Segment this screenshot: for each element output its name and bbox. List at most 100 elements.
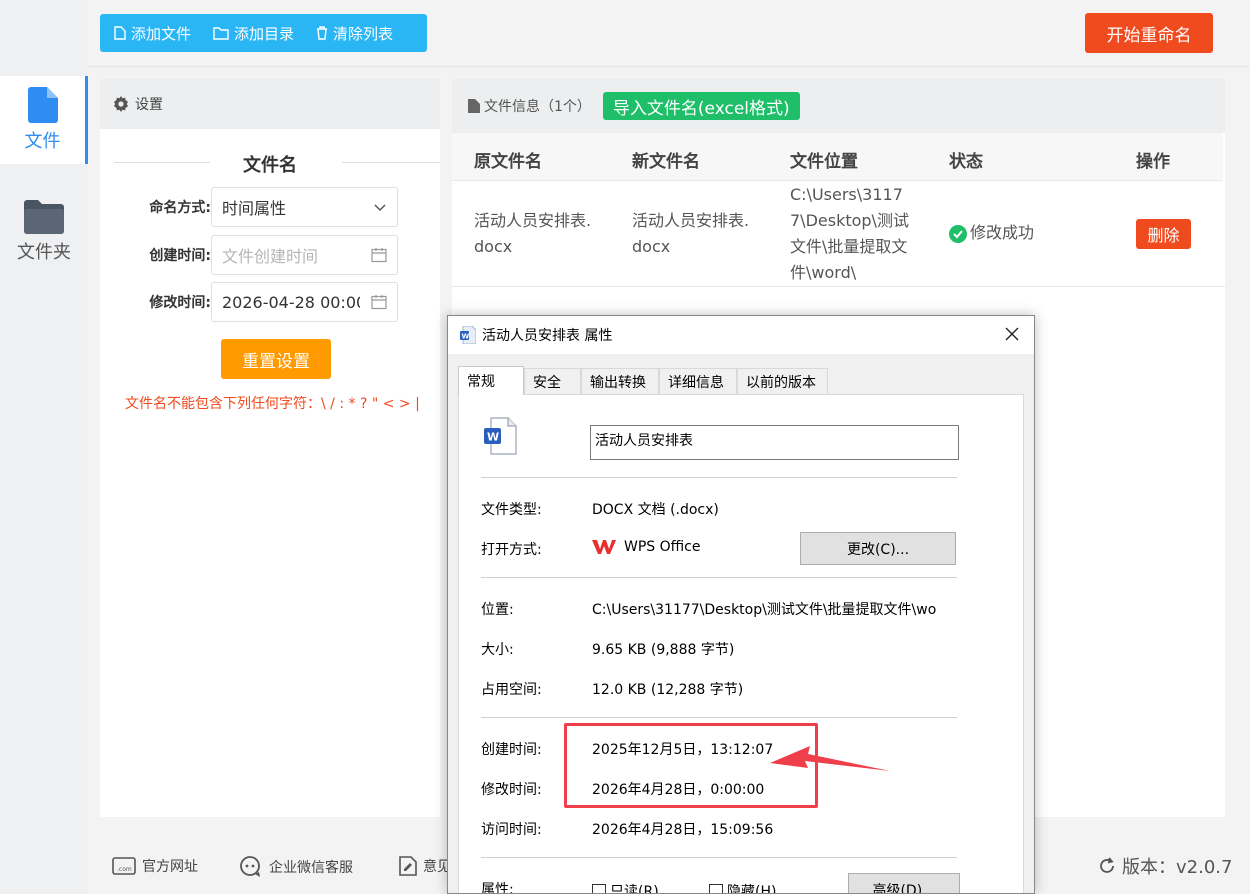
tab-output-convert[interactable]: 输出转换 bbox=[581, 368, 659, 395]
created-label: 创建时间: bbox=[149, 248, 211, 264]
properties-dialog: W 活动人员安排表 属性 常规 安全 输出转换 详细信息 以前的版本 W 活动人… bbox=[447, 315, 1035, 894]
document-icon bbox=[468, 99, 480, 113]
settings-title: 设置 bbox=[135, 97, 163, 113]
nav-folder-label: 文件夹 bbox=[17, 242, 71, 263]
gear-icon bbox=[114, 96, 128, 112]
chat-icon bbox=[240, 856, 260, 877]
modified-time-value: 2026年4月28日，0:00:00 bbox=[592, 782, 765, 798]
size-value: 9.65 KB (9,888 字节) bbox=[592, 642, 735, 658]
location-label: 位置: bbox=[481, 602, 514, 618]
wechat-service-link[interactable]: 企业微信客服 bbox=[239, 856, 353, 878]
website-link[interactable]: .com 官方网址 bbox=[112, 856, 198, 876]
open-with-app: WPS Office bbox=[624, 539, 701, 555]
type-label: 文件类型: bbox=[481, 502, 542, 518]
folder-icon bbox=[24, 200, 64, 234]
trash-icon bbox=[317, 26, 328, 40]
wechat-label: 企业微信客服 bbox=[269, 860, 353, 876]
divider bbox=[481, 717, 957, 718]
file-info-header: 文件信息（1个） 导入文件名(excel格式) bbox=[452, 79, 1225, 133]
hidden-checkbox[interactable]: 隐藏(H) bbox=[709, 881, 777, 894]
filename-warning: 文件名不能包含下列任何字符：\ / : * ? " < > | bbox=[125, 396, 420, 412]
delete-button[interactable]: 删除 bbox=[1136, 219, 1191, 249]
col-original: 原文件名 bbox=[474, 152, 542, 172]
tab-previous-versions[interactable]: 以前的版本 bbox=[737, 368, 828, 395]
table-header: 原文件名 新文件名 文件位置 状态 操作 bbox=[452, 133, 1223, 181]
version-info[interactable]: 版本：v2.0.7 bbox=[1098, 853, 1232, 879]
start-rename-button[interactable]: 开始重命名 bbox=[1085, 13, 1213, 53]
add-file-label: 添加文件 bbox=[131, 24, 192, 43]
col-location: 文件位置 bbox=[790, 152, 858, 172]
chevron-down-icon bbox=[374, 204, 386, 212]
add-dir-button[interactable]: 添加目录 bbox=[199, 14, 302, 52]
checkbox-box bbox=[709, 884, 723, 893]
toolbar: 添加文件 添加目录 清除列表 bbox=[100, 14, 427, 52]
file-outline-icon bbox=[114, 26, 126, 40]
checkbox-box bbox=[592, 884, 606, 893]
cell-status: 修改成功 bbox=[949, 220, 1034, 246]
clear-list-label: 清除列表 bbox=[333, 24, 394, 43]
readonly-label: 只读(R) bbox=[610, 884, 659, 894]
status-text: 修改成功 bbox=[970, 223, 1035, 242]
feedback-link[interactable]: 意见 bbox=[399, 856, 451, 876]
left-nav: 文件 文件夹 bbox=[0, 0, 88, 894]
divider bbox=[481, 477, 957, 478]
svg-text:W: W bbox=[462, 333, 470, 341]
modified-input[interactable]: 2026-04-28 00:00:00 bbox=[211, 282, 398, 322]
naming-row: 命名方式: 时间属性 bbox=[100, 187, 398, 227]
table-row: 活动人员安排表.docx 活动人员安排表.docx C:\Users\31177… bbox=[452, 182, 1225, 287]
naming-label: 命名方式: bbox=[149, 200, 211, 216]
dialog-title: 活动人员安排表 属性 bbox=[482, 328, 613, 344]
add-file-button[interactable]: 添加文件 bbox=[100, 14, 199, 52]
change-button[interactable]: 更改(C)... bbox=[800, 532, 956, 565]
accessed-time-label: 访问时间: bbox=[481, 822, 542, 838]
naming-select[interactable]: 时间属性 bbox=[211, 187, 398, 227]
modified-label: 修改时间: bbox=[149, 295, 211, 311]
clear-list-button[interactable]: 清除列表 bbox=[302, 14, 401, 52]
dialog-tabs: 常规 安全 输出转换 详细信息 以前的版本 bbox=[458, 366, 828, 395]
created-time-value: 2025年12月5日，13:12:07 bbox=[592, 742, 774, 758]
disk-size-value: 12.0 KB (12,288 字节) bbox=[592, 682, 744, 698]
settings-panel: 设置 文件名 命名方式: 时间属性 创建时间: 文件创建时间 修改时间: 202… bbox=[100, 79, 440, 817]
created-placeholder: 文件创建时间 bbox=[222, 247, 319, 266]
nav-item-file[interactable]: 文件 bbox=[0, 76, 88, 164]
created-row: 创建时间: 文件创建时间 bbox=[100, 235, 398, 275]
cell-location: C:\Users\31177\Desktop\测试文件\批量提取文件\word\ bbox=[790, 185, 909, 282]
close-icon[interactable] bbox=[1004, 326, 1020, 342]
cell-new-name: 活动人员安排表.docx bbox=[632, 211, 750, 256]
wps-logo-icon bbox=[592, 540, 616, 554]
svg-text:W: W bbox=[487, 431, 499, 444]
created-input[interactable]: 文件创建时间 bbox=[211, 235, 398, 275]
naming-value: 时间属性 bbox=[222, 199, 287, 218]
modified-row: 修改时间: 2026-04-28 00:00:00 bbox=[100, 282, 398, 322]
word-doc-icon: W bbox=[460, 326, 476, 344]
website-label: 官方网址 bbox=[142, 859, 198, 875]
website-icon: .com bbox=[112, 857, 136, 875]
calendar-icon bbox=[371, 248, 387, 263]
hidden-label: 隐藏(H) bbox=[727, 884, 777, 894]
svg-text:.com: .com bbox=[117, 866, 132, 873]
refresh-icon bbox=[1100, 857, 1114, 873]
dialog-title-bar: W 活动人员安排表 属性 bbox=[448, 316, 1034, 354]
check-circle-icon bbox=[949, 224, 967, 243]
tab-details[interactable]: 详细信息 bbox=[659, 368, 737, 395]
size-label: 大小: bbox=[481, 642, 514, 658]
file-info-title: 文件信息（1个） bbox=[484, 99, 591, 115]
advanced-button[interactable]: 高级(D)... bbox=[848, 873, 960, 893]
readonly-checkbox[interactable]: 只读(R) bbox=[592, 881, 659, 894]
folder-outline-icon bbox=[213, 26, 229, 40]
col-new: 新文件名 bbox=[632, 152, 700, 172]
add-dir-label: 添加目录 bbox=[234, 24, 295, 43]
tab-general[interactable]: 常规 bbox=[458, 366, 524, 395]
nav-file-label: 文件 bbox=[24, 131, 61, 152]
col-status: 状态 bbox=[949, 152, 983, 172]
reset-settings-button[interactable]: 重置设置 bbox=[221, 339, 331, 379]
tab-security[interactable]: 安全 bbox=[524, 368, 581, 395]
divider bbox=[481, 577, 957, 578]
modified-value: 2026-04-28 00:00:00 bbox=[222, 292, 360, 312]
open-with-value: WPS Office bbox=[592, 539, 701, 555]
file-name-field[interactable]: 活动人员安排表 bbox=[590, 425, 959, 460]
cell-original: 活动人员安排表.docx bbox=[474, 211, 592, 256]
nav-item-folder[interactable]: 文件夹 bbox=[0, 188, 88, 276]
general-tab-body: W 活动人员安排表 文件类型: DOCX 文档 (.docx) 打开方式: WP… bbox=[458, 394, 1024, 894]
import-excel-button[interactable]: 导入文件名(excel格式) bbox=[602, 92, 800, 120]
